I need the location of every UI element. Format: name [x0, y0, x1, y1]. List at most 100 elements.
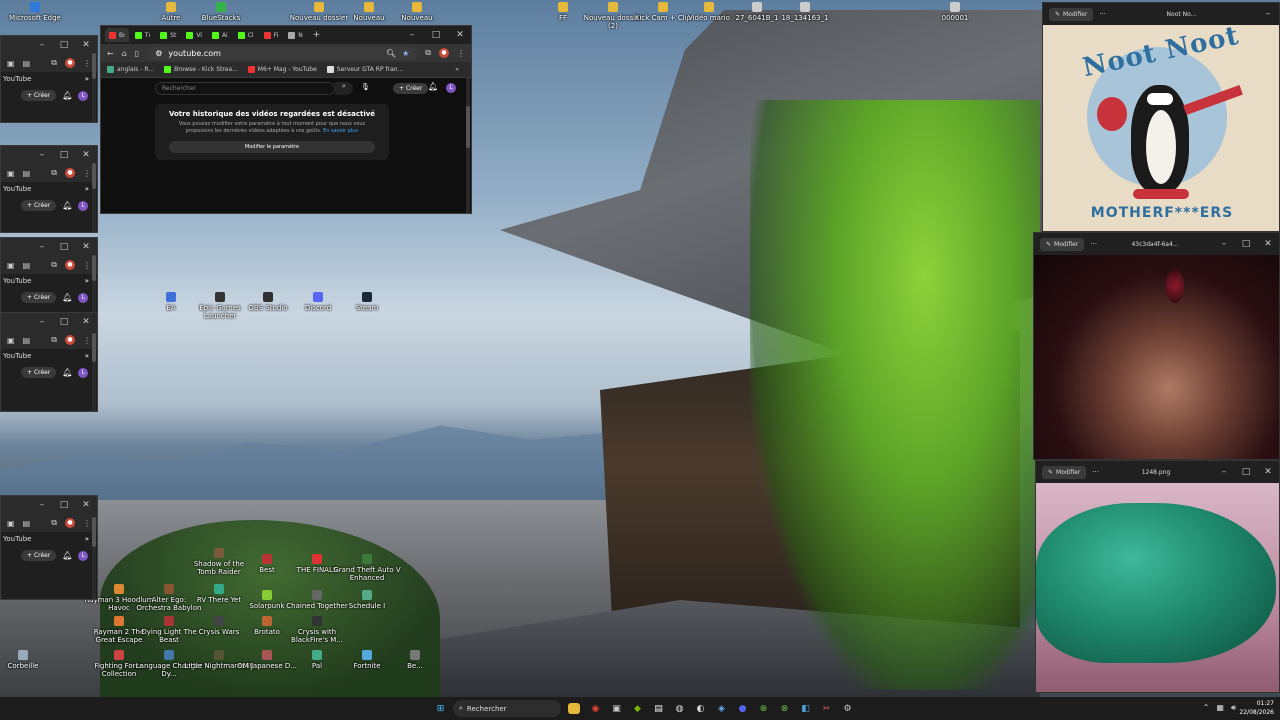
xbox-icon[interactable]: ⊗: [755, 700, 772, 717]
bookmark-star-icon[interactable]: ★: [402, 49, 409, 58]
tabs-icon[interactable]: ▤: [23, 519, 31, 528]
more-menu-icon[interactable]: ⋮: [83, 59, 91, 68]
sidebar-icon[interactable]: ▣: [7, 336, 15, 345]
extensions-icon[interactable]: ⧉: [51, 518, 57, 528]
home-icon[interactable]: ⌂: [122, 49, 127, 58]
maximize-icon[interactable]: □: [53, 150, 75, 160]
more-menu-icon[interactable]: ⋮: [83, 519, 91, 528]
create-button[interactable]: + Créer: [21, 367, 57, 378]
extensions-icon[interactable]: ⧉: [425, 48, 431, 58]
close-icon[interactable]: ✕: [1257, 467, 1279, 477]
chrome-icon[interactable]: ◉: [587, 700, 604, 717]
app-icon[interactable]: ◧: [797, 700, 814, 717]
file-explorer-icon[interactable]: [568, 703, 580, 714]
desktop-icon[interactable]: Crysis with BlackFire's M...: [282, 616, 352, 644]
desktop-icon[interactable]: BlueStacks: [186, 2, 256, 22]
edit-button[interactable]: ✎ Modifier: [1040, 237, 1085, 251]
create-button[interactable]: + Créer: [21, 550, 57, 561]
maximize-icon[interactable]: □: [1235, 239, 1257, 249]
bookmarks-overflow-icon[interactable]: »: [455, 66, 471, 73]
maximize-icon[interactable]: □: [53, 40, 75, 50]
terminal-icon[interactable]: ▣: [608, 700, 625, 717]
notifications-icon[interactable]: 🔔︎: [62, 201, 72, 210]
extensions-icon[interactable]: ⧉: [51, 335, 57, 345]
profile-icon[interactable]: ●: [65, 58, 75, 68]
browser-tab[interactable]: Vi: [182, 28, 206, 42]
tabs-icon[interactable]: ▤: [23, 336, 31, 345]
more-menu-icon[interactable]: ⋮: [83, 169, 91, 178]
browser-tab[interactable]: Tı: [131, 28, 154, 42]
create-button[interactable]: + Créer: [393, 83, 429, 94]
edit-button[interactable]: ✎ Modifier: [1042, 465, 1087, 479]
extensions-icon[interactable]: ⧉: [51, 58, 57, 68]
browser-tab[interactable]: Cl: [234, 28, 258, 42]
minimize-icon[interactable]: –: [31, 242, 53, 252]
volume-icon[interactable]: 🔊︎: [1231, 703, 1236, 713]
minimize-icon[interactable]: –: [1257, 9, 1279, 19]
close-icon[interactable]: ✕: [449, 30, 471, 40]
account-avatar[interactable]: L: [78, 90, 89, 101]
maximize-icon[interactable]: □: [53, 317, 75, 327]
extensions-icon[interactable]: ⧉: [51, 260, 57, 270]
minimize-icon[interactable]: –: [1213, 239, 1235, 249]
zoom-icon[interactable]: 🔍︎: [386, 49, 396, 58]
notifications-icon[interactable]: 🔔︎: [428, 82, 438, 91]
sidebar-icon[interactable]: ▣: [7, 261, 15, 270]
site-info-icon[interactable]: ⚙: [155, 49, 162, 58]
minimize-icon[interactable]: –: [31, 40, 53, 50]
tabs-icon[interactable]: ▤: [23, 261, 31, 270]
bookmark-item[interactable]: Serveur GTA RP fran...: [326, 66, 403, 73]
chevron-up-icon[interactable]: ⌃: [1203, 703, 1210, 713]
network-icon[interactable]: ▦: [1216, 703, 1224, 713]
scrollbar[interactable]: [92, 496, 96, 599]
edit-button[interactable]: ✎ Modifier: [1049, 7, 1094, 21]
profile-icon[interactable]: ●: [65, 168, 75, 178]
create-button[interactable]: + Créer: [21, 200, 57, 211]
steam-icon[interactable]: ◍: [671, 700, 688, 717]
minimize-icon[interactable]: –: [31, 500, 53, 510]
notifications-icon[interactable]: 🔔︎: [62, 368, 72, 377]
scrollbar[interactable]: [92, 146, 96, 232]
browser-tab[interactable]: Fi: [260, 28, 283, 42]
create-button[interactable]: + Créer: [21, 292, 57, 303]
browser-tab[interactable]: St: [156, 28, 180, 42]
minimize-icon[interactable]: –: [401, 30, 423, 40]
tabs-icon[interactable]: ▤: [23, 169, 31, 178]
profile-icon[interactable]: ●: [439, 48, 449, 58]
more-options-icon[interactable]: ···: [1099, 10, 1106, 18]
start-icon[interactable]: ⊞: [432, 700, 449, 717]
maximize-icon[interactable]: □: [53, 242, 75, 252]
notifications-icon[interactable]: 🔔︎: [62, 91, 72, 100]
browser-tab[interactable]: Bı: [105, 28, 129, 42]
account-avatar[interactable]: L: [78, 292, 89, 303]
profile-icon[interactable]: ●: [65, 335, 75, 345]
tabs-icon[interactable]: ▤: [23, 59, 31, 68]
account-avatar[interactable]: L: [446, 83, 456, 93]
address-bar[interactable]: ⚙ youtube.com 🔍︎ ★: [147, 46, 418, 60]
minimize-icon[interactable]: –: [1213, 467, 1235, 477]
desktop-icon[interactable]: Nouveau: [382, 2, 452, 22]
mic-icon[interactable]: 🎙︎: [361, 83, 370, 91]
more-menu-icon[interactable]: ⋮: [83, 336, 91, 345]
bookmark-item[interactable]: Browse - Kick Strea...: [164, 66, 238, 73]
notepad-icon[interactable]: ▤: [650, 700, 667, 717]
taskbar-search[interactable]: ⌕ Rechercher: [453, 700, 561, 717]
maximize-icon[interactable]: □: [1235, 467, 1257, 477]
bookmark-item[interactable]: anglais - R...: [107, 66, 154, 73]
profile-icon[interactable]: ●: [65, 260, 75, 270]
minimize-icon[interactable]: –: [31, 150, 53, 160]
more-menu-icon[interactable]: ⋮: [457, 49, 465, 58]
notifications-icon[interactable]: 🔔︎: [62, 293, 72, 302]
create-button[interactable]: + Créer: [21, 90, 57, 101]
desktop-icon[interactable]: Corbeille: [0, 650, 58, 670]
learn-more-link[interactable]: En savoir plus: [323, 128, 358, 134]
account-avatar[interactable]: L: [78, 550, 89, 561]
scrollbar[interactable]: [92, 313, 96, 411]
bluestacks-icon[interactable]: ◈: [713, 700, 730, 717]
discord-icon[interactable]: ●: [734, 700, 751, 717]
sidebar-icon[interactable]: ▣: [7, 59, 15, 68]
nvidia-icon[interactable]: ◆: [629, 700, 646, 717]
desktop-icon[interactable]: Be...: [380, 650, 450, 670]
desktop-icon[interactable]: Schedule I: [332, 590, 402, 610]
more-menu-icon[interactable]: ⋮: [83, 261, 91, 270]
